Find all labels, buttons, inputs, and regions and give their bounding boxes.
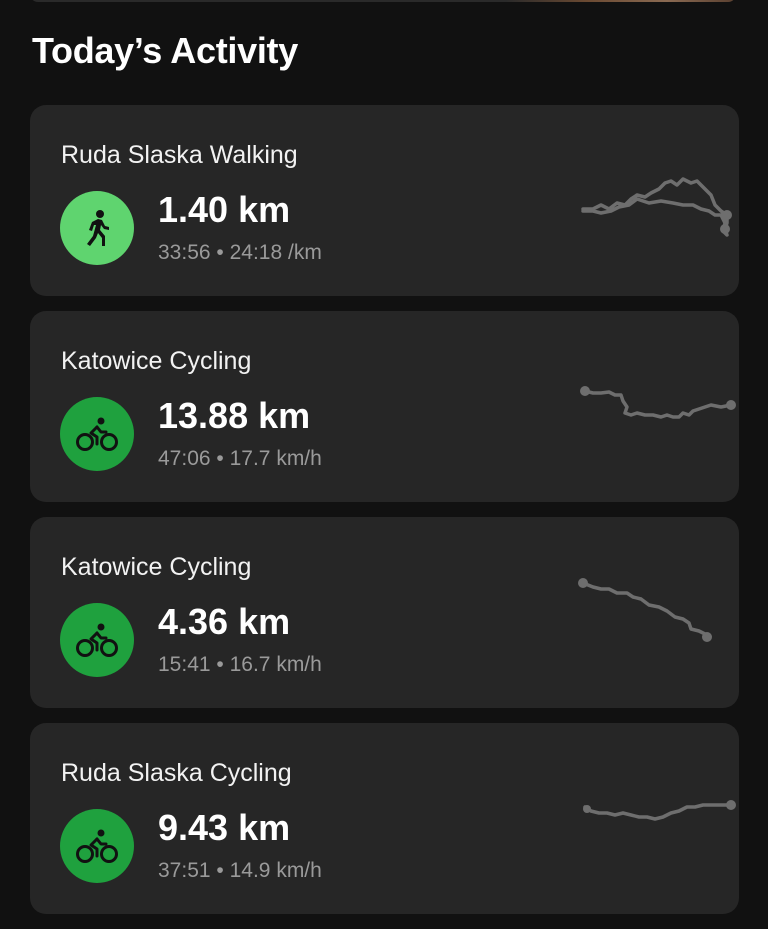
activity-stats: 33:56 • 24:18 /km (158, 241, 322, 265)
section-title: Today’s Activity (32, 30, 298, 71)
activity-title: Katowice Cycling (61, 347, 252, 375)
activity-stats: 15:41 • 16.7 km/h (158, 653, 322, 677)
activity-speed: 16.7 km/h (229, 653, 322, 676)
route-map-thumbnail (583, 800, 736, 821)
activity-list: Ruda Slaska Walking 1.40 km 33:56 • 24:1… (30, 105, 739, 929)
activity-title: Ruda Slaska Cycling (61, 759, 292, 787)
activity-distance: 4.36 km (158, 601, 291, 642)
activity-card-katowice-cycling[interactable]: Katowice Cycling 13.88 km 47:06 • 17.7 k… (30, 311, 739, 502)
route-map-thumbnail (581, 177, 732, 237)
stats-separator: • (216, 653, 224, 676)
activity-speed: 17.7 km/h (229, 447, 322, 470)
stats-separator: • (216, 241, 224, 264)
previous-card-edge (30, 0, 736, 2)
activity-stats: 47:06 • 17.7 km/h (158, 447, 322, 471)
activity-title: Katowice Cycling (61, 553, 252, 581)
activity-title: Ruda Slaska Walking (61, 141, 298, 169)
activity-distance: 1.40 km (158, 189, 291, 230)
stats-separator: • (216, 859, 224, 882)
route-map-thumbnail (580, 386, 736, 419)
cycling-icon (60, 603, 134, 677)
activity-speed: 14.9 km/h (229, 859, 322, 882)
activity-duration: 15:41 (158, 653, 211, 676)
cycling-icon (60, 809, 134, 883)
activity-duration: 47:06 (158, 447, 211, 470)
route-map-thumbnail (578, 578, 712, 642)
cycling-icon (60, 397, 134, 471)
activity-distance: 13.88 km (158, 395, 311, 436)
activity-card-ruda-slaska-walking[interactable]: Ruda Slaska Walking 1.40 km 33:56 • 24:1… (30, 105, 739, 296)
activity-card-ruda-slaska-cycling[interactable]: Ruda Slaska Cycling 9.43 km 37:51 • 14.9… (30, 723, 739, 914)
activity-duration: 37:51 (158, 859, 211, 882)
walking-icon (60, 191, 134, 265)
activity-stats: 37:51 • 14.9 km/h (158, 859, 322, 883)
activity-duration: 33:56 (158, 241, 211, 264)
activity-pace: 24:18 /km (229, 241, 322, 264)
photo-thumbnail-edge (506, 0, 736, 2)
activity-distance: 9.43 km (158, 807, 291, 848)
activity-card-katowice-cycling-2[interactable]: Katowice Cycling 4.36 km 15:41 • 16.7 km… (30, 517, 739, 708)
stats-separator: • (216, 447, 224, 470)
